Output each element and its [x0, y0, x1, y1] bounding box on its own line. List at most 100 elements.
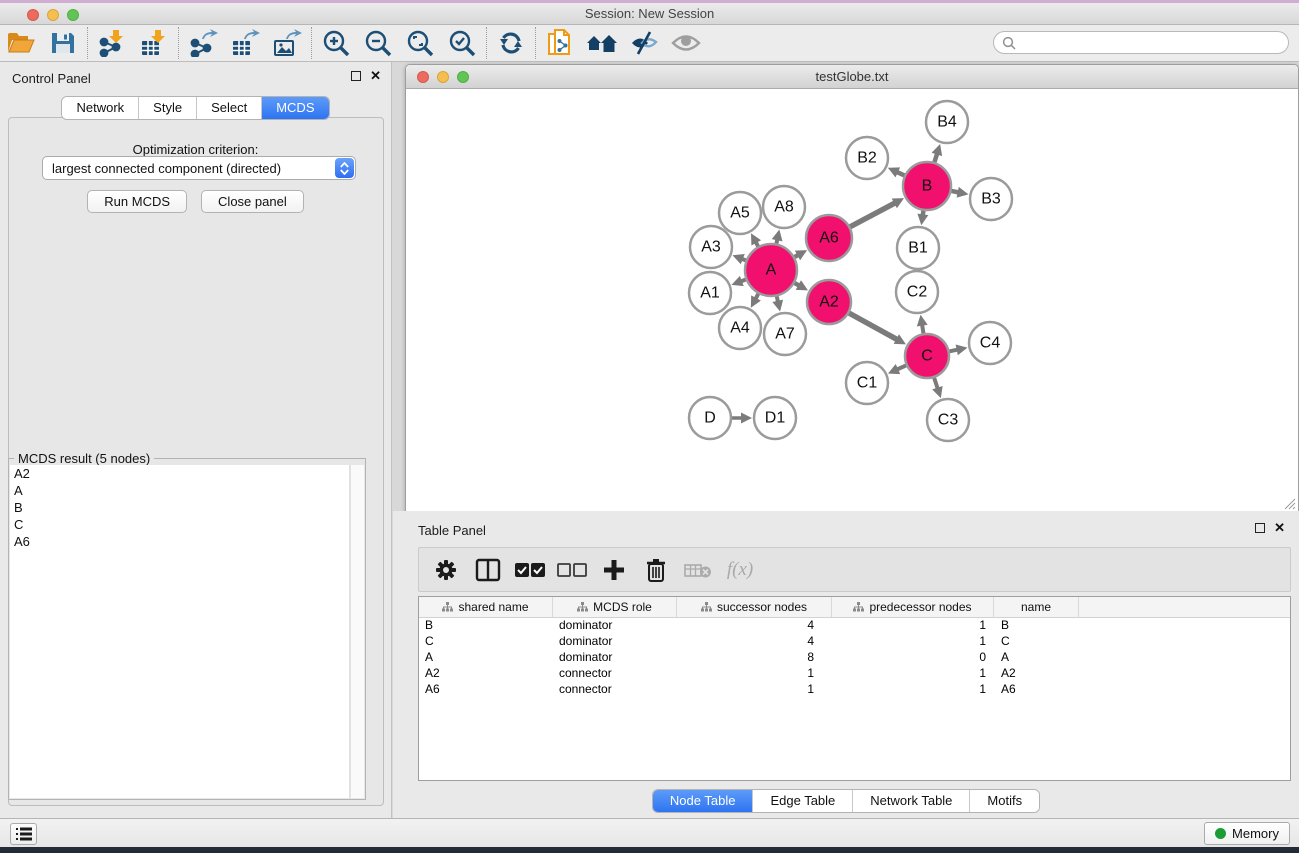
apply-function-button[interactable]: f(x) [723, 553, 757, 587]
criterion-dropdown[interactable]: largest connected component (directed) [42, 156, 356, 180]
table-cell[interactable]: dominator [553, 618, 677, 634]
graph-node-label: C3 [938, 412, 959, 429]
table-row[interactable]: Cdominator41C [419, 634, 1290, 650]
tab-style[interactable]: Style [139, 97, 197, 119]
zoom-selected-button[interactable] [441, 26, 483, 60]
memory-button[interactable]: Memory [1204, 822, 1290, 845]
table-cell[interactable]: C [419, 634, 553, 650]
deselect-all-button[interactable] [555, 553, 589, 587]
table-row[interactable]: Bdominator41B [419, 618, 1290, 634]
table-row[interactable]: A2connector11A2 [419, 666, 1290, 682]
select-all-button[interactable] [513, 553, 547, 587]
table-cell[interactable]: 1 [832, 666, 994, 682]
tab-network-table[interactable]: Network Table [853, 790, 970, 812]
close-panel-icon[interactable]: ✕ [370, 71, 381, 81]
graph-node-label: B2 [857, 150, 877, 167]
column-header-predecessor-nodes[interactable]: predecessor nodes [832, 597, 994, 617]
table-cell[interactable]: 1 [677, 666, 832, 682]
table-cell[interactable]: B [419, 618, 553, 634]
node-table[interactable]: shared nameMCDS rolesuccessor nodesprede… [418, 596, 1291, 781]
resize-grip-icon[interactable] [1283, 497, 1296, 510]
column-header-MCDS-role[interactable]: MCDS role [553, 597, 677, 617]
add-column-button[interactable] [597, 553, 631, 587]
table-cell[interactable]: A2 [419, 666, 553, 682]
zoom-in-button[interactable] [315, 26, 357, 60]
table-cell[interactable]: 4 [677, 618, 832, 634]
import-table-button[interactable] [133, 26, 175, 60]
mcds-result-item[interactable]: A [10, 482, 349, 499]
table-cell[interactable]: A [994, 650, 1079, 666]
refresh-button[interactable] [490, 26, 532, 60]
zoom-out-button[interactable] [357, 26, 399, 60]
table-row[interactable]: A6connector11A6 [419, 682, 1290, 698]
window-title: Session: New Session [0, 6, 1299, 21]
table-cell[interactable]: 1 [832, 618, 994, 634]
mcds-result-item[interactable]: C [10, 516, 349, 533]
table-cell[interactable]: connector [553, 666, 677, 682]
export-image-button[interactable] [266, 26, 308, 60]
table-cell[interactable]: A [419, 650, 553, 666]
export-table-button[interactable] [224, 26, 266, 60]
run-mcds-button[interactable]: Run MCDS [87, 190, 187, 213]
zoom-fit-button[interactable] [399, 26, 441, 60]
table-row[interactable]: Adominator80A [419, 650, 1290, 666]
float-table-panel-icon[interactable] [1255, 523, 1265, 533]
table-settings-button[interactable] [429, 553, 463, 587]
table-cell[interactable]: connector [553, 682, 677, 698]
table-cell[interactable]: 0 [832, 650, 994, 666]
delete-column-button[interactable] [639, 553, 673, 587]
mcds-result-item[interactable]: B [10, 499, 349, 516]
duplicate-network-button[interactable] [539, 26, 581, 60]
tab-mcds[interactable]: MCDS [262, 97, 328, 119]
tab-node-table[interactable]: Node Table [653, 790, 754, 812]
delete-table-button[interactable] [681, 553, 715, 587]
table-cell[interactable]: B [994, 618, 1079, 634]
close-table-panel-icon[interactable]: ✕ [1274, 523, 1285, 533]
mcds-result-list[interactable]: A2ABCA6 [10, 465, 350, 798]
mcds-result-item[interactable]: A6 [10, 533, 349, 550]
table-cell[interactable]: A2 [994, 666, 1079, 682]
table-cell[interactable]: A6 [994, 682, 1079, 698]
hide-details-button[interactable] [623, 26, 665, 60]
split-view-button[interactable] [471, 553, 505, 587]
network-graph[interactable]: AA1A2A3A4A5A6A7A8BB1B2B3B4CC1C2C3C4DD1 [406, 89, 1298, 512]
save-session-button[interactable] [42, 26, 84, 60]
close-panel-button[interactable]: Close panel [201, 190, 304, 213]
home-views-button[interactable] [581, 26, 623, 60]
tab-motifs[interactable]: Motifs [970, 790, 1039, 812]
column-header-name[interactable]: name [994, 597, 1079, 617]
table-cell[interactable]: 4 [677, 634, 832, 650]
gear-icon [434, 558, 458, 582]
network-canvas[interactable]: AA1A2A3A4A5A6A7A8BB1B2B3B4CC1C2C3C4DD1 [406, 89, 1298, 512]
table-cell[interactable]: C [994, 634, 1079, 650]
search-input[interactable] [993, 31, 1289, 54]
toolbar-separator [87, 27, 88, 59]
toolbar-separator [311, 27, 312, 59]
graph-edge-A2-C[interactable] [849, 313, 898, 340]
import-network-icon [97, 29, 127, 57]
tab-select[interactable]: Select [197, 97, 262, 119]
graph-edge-A6-B[interactable] [850, 202, 896, 226]
table-cell[interactable]: dominator [553, 650, 677, 666]
export-network-icon [188, 29, 218, 57]
table-cell[interactable]: dominator [553, 634, 677, 650]
table-cell[interactable]: 1 [832, 634, 994, 650]
open-session-button[interactable] [0, 26, 42, 60]
tab-edge-table[interactable]: Edge Table [753, 790, 853, 812]
table-cell[interactable]: 1 [832, 682, 994, 698]
mcds-result-item[interactable]: A2 [10, 465, 349, 482]
float-panel-icon[interactable] [351, 71, 361, 81]
table-cell[interactable]: 1 [677, 682, 832, 698]
save-floppy-icon [49, 30, 77, 56]
column-header-shared-name[interactable]: shared name [419, 597, 553, 617]
show-eye-button[interactable] [665, 26, 707, 60]
export-network-button[interactable] [182, 26, 224, 60]
import-network-button[interactable] [91, 26, 133, 60]
table-cell[interactable]: 8 [677, 650, 832, 666]
column-header-successor-nodes[interactable]: successor nodes [677, 597, 832, 617]
mcds-list-scrollbar[interactable] [350, 465, 364, 798]
task-history-button[interactable] [10, 823, 37, 845]
table-cell[interactable]: A6 [419, 682, 553, 698]
tab-network[interactable]: Network [62, 97, 139, 119]
network-window-titlebar[interactable]: testGlobe.txt [406, 65, 1298, 89]
